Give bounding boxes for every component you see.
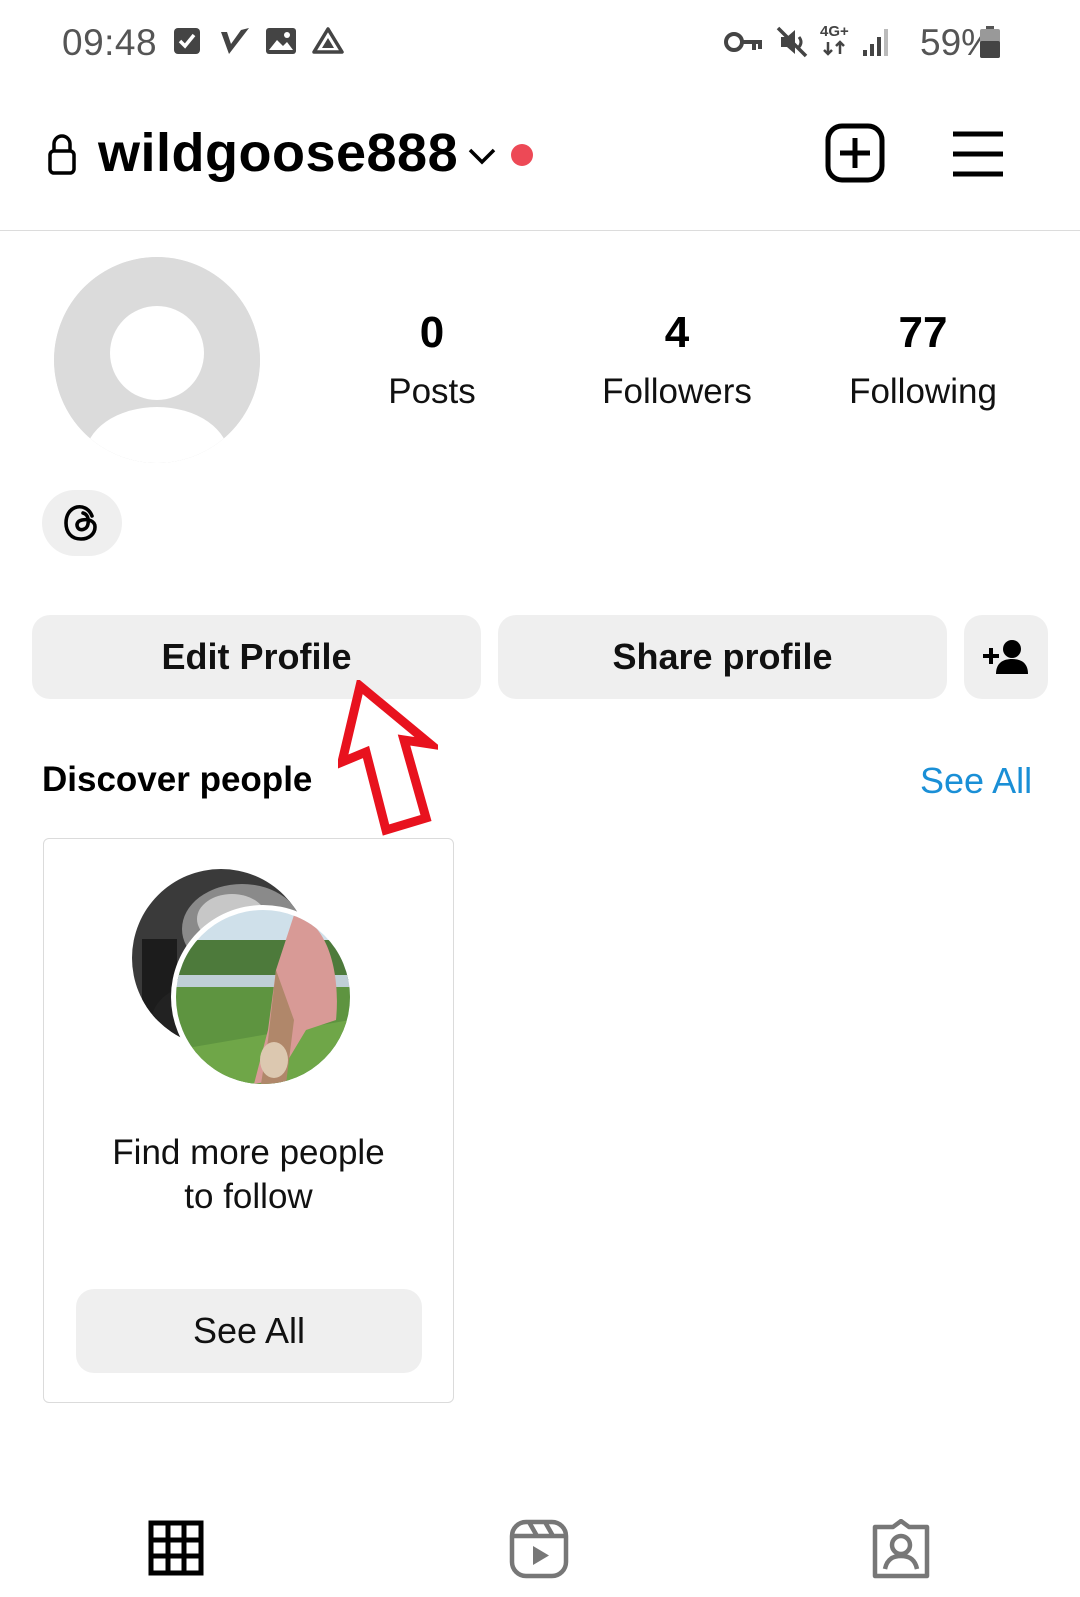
grid-icon	[148, 1520, 204, 1576]
avatar[interactable]	[54, 257, 260, 463]
checkbox-icon	[172, 24, 202, 58]
discover-see-all-button[interactable]: See All	[76, 1289, 422, 1373]
reels-icon	[509, 1519, 569, 1579]
signal-icon	[860, 24, 892, 60]
stat-followers[interactable]: 4 Followers	[567, 308, 787, 412]
discover-card: Find more people to follow See All	[43, 838, 454, 1403]
followers-count: 4	[664, 308, 690, 357]
status-time: 09:48	[62, 22, 158, 63]
notification-dot	[511, 144, 533, 166]
threads-badge[interactable]	[42, 490, 122, 556]
v-app-icon	[218, 24, 252, 58]
chevron-down-icon[interactable]	[466, 140, 498, 172]
drive-icon	[310, 24, 346, 58]
header-divider	[0, 230, 1080, 231]
grid-tab[interactable]	[146, 1518, 206, 1578]
network-4g-icon: 4G+	[820, 24, 854, 60]
new-post-icon[interactable]	[824, 122, 886, 184]
mute-icon	[774, 24, 810, 60]
see-all-link[interactable]: See All	[920, 760, 1032, 802]
stat-posts[interactable]: 0 Posts	[322, 308, 542, 412]
tagged-tab[interactable]	[870, 1518, 932, 1580]
battery-icon	[978, 24, 1002, 60]
tagged-icon	[872, 1519, 930, 1579]
menu-icon[interactable]	[950, 126, 1006, 182]
annotation-arrow	[335, 677, 446, 840]
suggested-avatar-front	[171, 905, 355, 1089]
image-icon	[264, 24, 298, 58]
posts-count: 0	[419, 308, 445, 357]
vpn-key-icon	[724, 26, 764, 58]
add-user-button[interactable]	[964, 615, 1048, 699]
followers-label: Followers	[602, 372, 752, 411]
share-profile-button[interactable]: Share profile	[498, 615, 947, 699]
threads-icon	[64, 504, 97, 541]
stat-following[interactable]: 77 Following	[813, 308, 1033, 412]
discover-people-title: Discover people	[42, 760, 313, 799]
discover-card-text: Find more people to follow	[112, 1133, 385, 1216]
following-count: 77	[898, 308, 948, 357]
posts-label: Posts	[388, 372, 476, 411]
add-person-icon	[983, 640, 1028, 674]
following-label: Following	[849, 372, 997, 411]
lock-icon	[44, 132, 80, 178]
username[interactable]: wildgoose888	[98, 122, 458, 184]
reels-tab[interactable]	[508, 1518, 570, 1580]
